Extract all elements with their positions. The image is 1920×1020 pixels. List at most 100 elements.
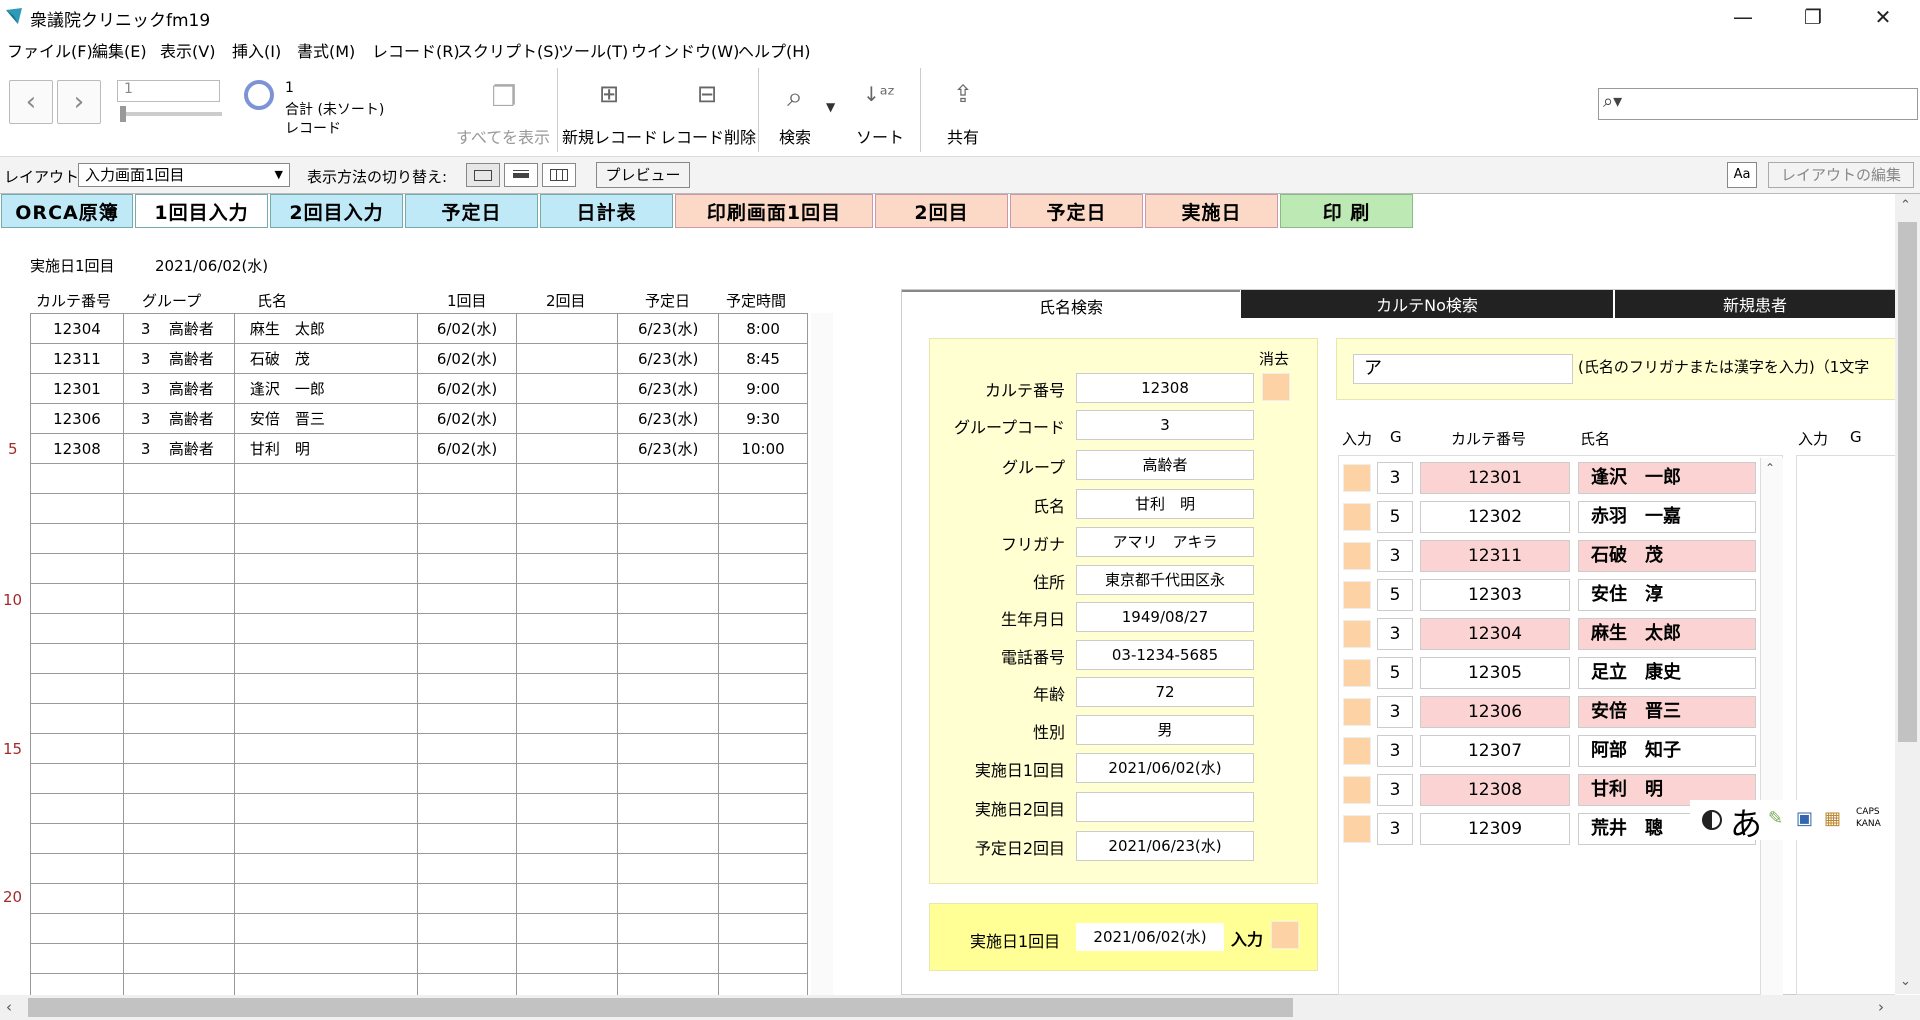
result-name[interactable]: 麻生 太郎: [1578, 618, 1756, 650]
table-cell[interactable]: 6/02(水): [416, 373, 518, 404]
nav-print-button[interactable]: 印 刷: [1280, 194, 1413, 228]
result-select-button[interactable]: [1343, 464, 1371, 492]
table-cell[interactable]: [516, 463, 619, 494]
table-cell[interactable]: [30, 793, 124, 824]
table-cell[interactable]: [617, 673, 720, 704]
table-cell[interactable]: [516, 403, 619, 434]
result-select-button[interactable]: [1343, 620, 1371, 648]
table-cell[interactable]: [122, 703, 235, 734]
restore-button[interactable]: ❐: [1783, 0, 1843, 34]
result-karte[interactable]: 12303: [1420, 579, 1570, 611]
table-cell[interactable]: 逢沢 一郎: [233, 373, 418, 404]
results-scrollbar[interactable]: [1760, 458, 1783, 995]
table-cell[interactable]: [30, 523, 124, 554]
table-cell[interactable]: [30, 733, 124, 764]
scroll-down-icon[interactable]: ⌄: [1900, 974, 1911, 989]
minimize-button[interactable]: —: [1713, 0, 1773, 34]
form-field[interactable]: 3: [1076, 410, 1254, 440]
table-row[interactable]: [30, 913, 808, 944]
result-group[interactable]: 5: [1377, 501, 1413, 533]
table-cell[interactable]: [718, 523, 808, 554]
table-cell[interactable]: [122, 943, 235, 974]
result-karte[interactable]: 12304: [1420, 618, 1570, 650]
table-cell[interactable]: [416, 613, 518, 644]
table-cell[interactable]: [617, 463, 720, 494]
record-slider[interactable]: [120, 112, 222, 116]
form-field[interactable]: アマリ アキラ: [1076, 527, 1254, 557]
table-row[interactable]: [30, 583, 808, 614]
form-field[interactable]: 甘利 明: [1076, 489, 1254, 519]
table-cell[interactable]: [30, 853, 124, 884]
result-select-button[interactable]: [1343, 698, 1371, 726]
table-row[interactable]: [30, 943, 808, 974]
table-cell[interactable]: [30, 583, 124, 614]
next-record-button[interactable]: ›: [57, 80, 101, 124]
table-cell[interactable]: 6/23(水): [617, 313, 720, 344]
table-row[interactable]: 12306 3 高齢者 安倍 晋三 6/02(水) 6/23(水) 9:30: [30, 403, 808, 434]
table-row[interactable]: [30, 823, 808, 854]
menu-window[interactable]: ウインドウ(W): [631, 38, 739, 62]
result-name[interactable]: 阿部 知子: [1578, 735, 1756, 767]
table-cell[interactable]: 12306: [30, 403, 124, 434]
table-cell[interactable]: [416, 553, 518, 584]
table-cell[interactable]: [416, 643, 518, 674]
result-karte[interactable]: 12309: [1420, 813, 1570, 845]
table-cell[interactable]: [416, 703, 518, 734]
table-cell[interactable]: [617, 643, 720, 674]
result-select-button[interactable]: [1343, 776, 1371, 804]
result-group[interactable]: 3: [1377, 696, 1413, 728]
table-cell[interactable]: [416, 673, 518, 704]
table-cell[interactable]: [617, 553, 720, 584]
table-cell[interactable]: 9:30: [718, 403, 808, 434]
table-cell[interactable]: 石破 茂: [233, 343, 418, 374]
form-field[interactable]: 高齢者: [1076, 450, 1254, 480]
table-cell[interactable]: [416, 523, 518, 554]
table-cell[interactable]: [233, 523, 418, 554]
menu-edit[interactable]: 編集(E): [92, 38, 147, 62]
table-cell[interactable]: [416, 763, 518, 794]
table-cell[interactable]: [30, 673, 124, 704]
table-cell[interactable]: [30, 493, 124, 524]
table-cell[interactable]: [617, 853, 720, 884]
table-cell[interactable]: [233, 463, 418, 494]
table-row[interactable]: 12301 3 高齢者 逢沢 一郎 6/02(水) 6/23(水) 9:00: [30, 373, 808, 404]
table-cell[interactable]: [30, 913, 124, 944]
table-row[interactable]: [30, 793, 808, 824]
table-cell[interactable]: 8:45: [718, 343, 808, 374]
table-scrollbar[interactable]: [811, 313, 833, 995]
menu-help[interactable]: ヘルプ(H): [738, 38, 811, 62]
preview-button[interactable]: プレビュー: [596, 162, 690, 188]
table-cell[interactable]: [516, 733, 619, 764]
form-field[interactable]: [1076, 792, 1254, 822]
table-cell[interactable]: 6/02(水): [416, 403, 518, 434]
result-name[interactable]: 赤羽 一嘉: [1578, 501, 1756, 533]
tab-new-patient[interactable]: 新規患者: [1615, 290, 1895, 318]
quick-find-input[interactable]: [1598, 88, 1918, 120]
table-cell[interactable]: [516, 943, 619, 974]
table-cell[interactable]: [516, 643, 619, 674]
table-cell[interactable]: [516, 913, 619, 944]
table-cell[interactable]: [718, 493, 808, 524]
table-cell[interactable]: 6/02(水): [416, 433, 518, 464]
table-cell[interactable]: [122, 763, 235, 794]
table-cell[interactable]: [233, 763, 418, 794]
table-cell[interactable]: [516, 583, 619, 614]
table-cell[interactable]: [617, 793, 720, 824]
tab-name-search[interactable]: 氏名検索: [902, 290, 1240, 320]
result-select-button[interactable]: [1343, 659, 1371, 687]
table-cell[interactable]: 3 高齢者: [122, 403, 235, 434]
show-all-button[interactable]: すべてを表示: [455, 124, 551, 148]
nav-print-first-button[interactable]: 印刷画面1回目: [675, 194, 873, 228]
table-cell[interactable]: [718, 763, 808, 794]
table-cell[interactable]: 3 高齢者: [122, 313, 235, 344]
table-cell[interactable]: [416, 943, 518, 974]
table-row[interactable]: [30, 853, 808, 884]
result-group[interactable]: 3: [1377, 735, 1413, 767]
form-field[interactable]: 男: [1076, 715, 1254, 745]
result-karte[interactable]: 12307: [1420, 735, 1570, 767]
form-field[interactable]: 12308: [1076, 373, 1254, 403]
table-row[interactable]: [30, 493, 808, 524]
result-karte[interactable]: 12306: [1420, 696, 1570, 728]
table-cell[interactable]: [122, 643, 235, 674]
table-cell[interactable]: [30, 553, 124, 584]
